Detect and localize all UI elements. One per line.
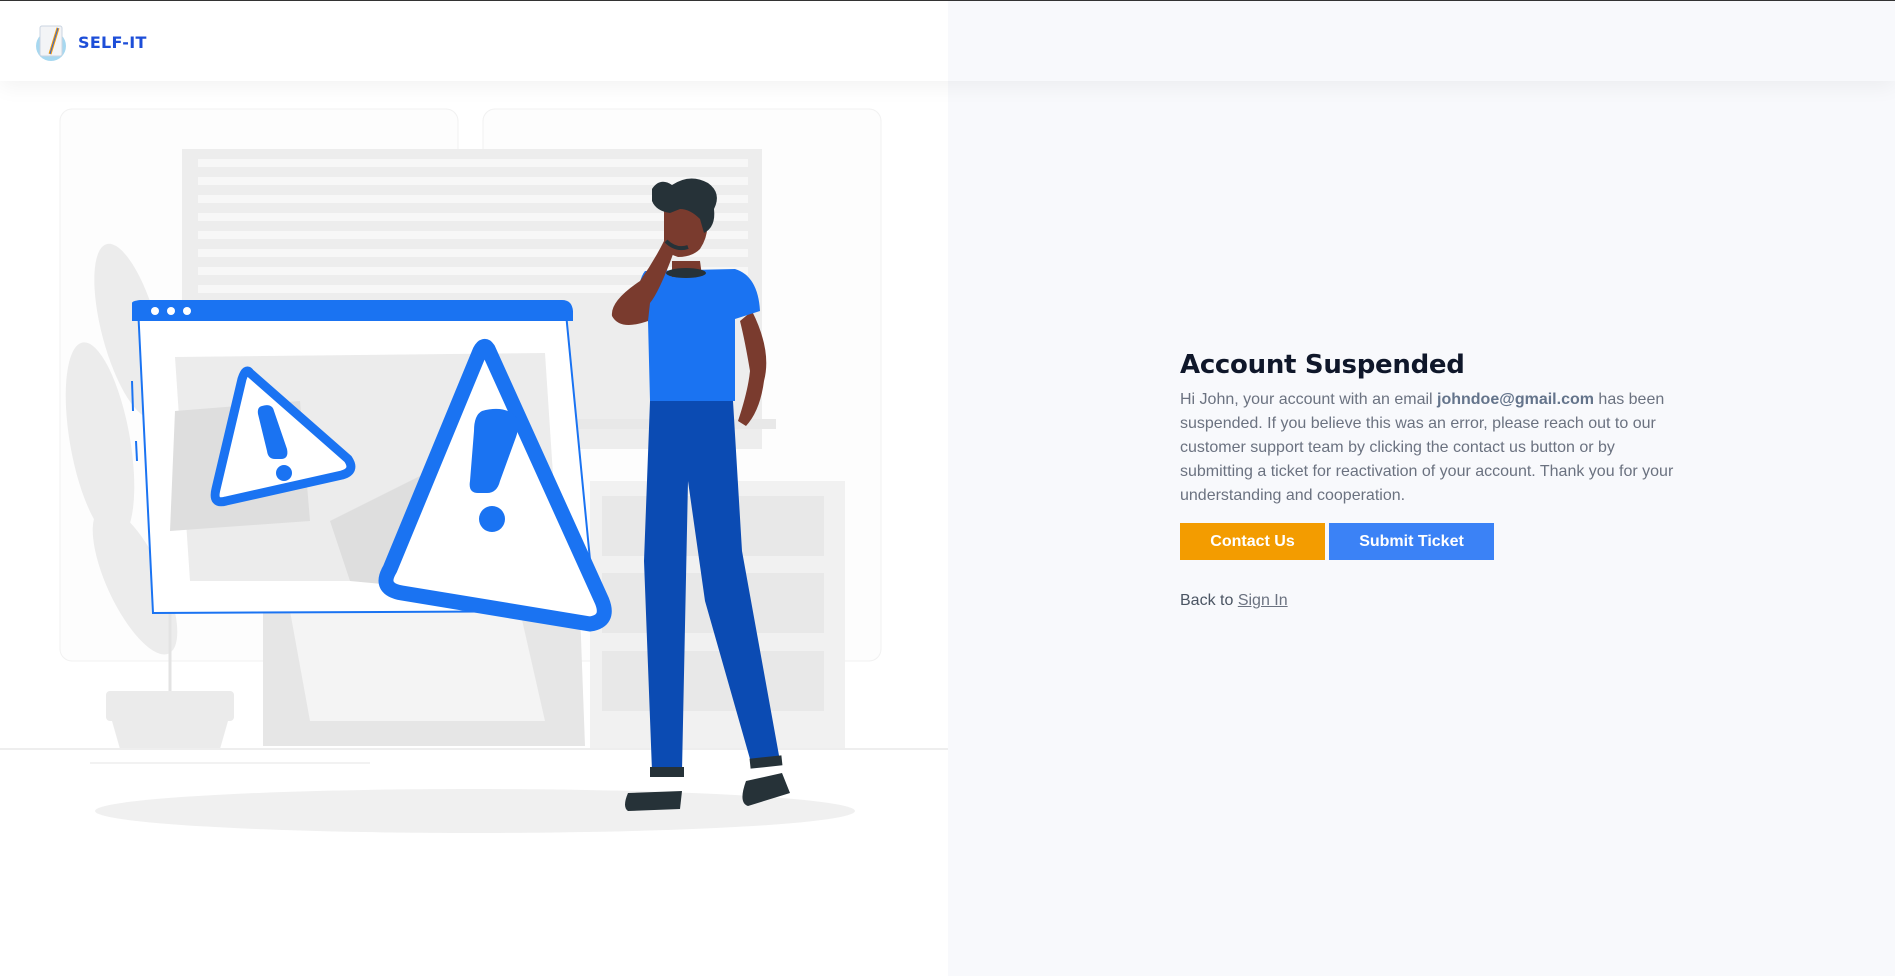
back-to-signin: Back to Sign In	[1180, 592, 1680, 610]
page-title: Account Suspended	[1180, 350, 1465, 380]
logo[interactable]: SELF-IT	[34, 22, 147, 62]
contact-us-button[interactable]: Contact Us	[1180, 523, 1325, 560]
action-buttons: Contact Us Submit Ticket	[1180, 523, 1680, 560]
suspension-content: Account Suspended Hi John, your account …	[1180, 350, 1680, 610]
submit-ticket-button[interactable]: Submit Ticket	[1329, 523, 1494, 560]
account-email: johndoe@gmail.com	[1437, 391, 1594, 408]
header	[0, 1, 1895, 81]
message-intro: Hi John, your account with an email	[1180, 391, 1438, 408]
logo-icon	[36, 25, 66, 61]
back-prefix: Back to	[1180, 592, 1238, 609]
logo-text: SELF-IT	[78, 32, 147, 52]
suspension-message: Hi John, your account with an email john…	[1180, 388, 1680, 508]
sign-in-link[interactable]: Sign In	[1238, 592, 1288, 609]
window-top-border	[0, 0, 1895, 1]
warning-illustration	[0, 108, 948, 833]
